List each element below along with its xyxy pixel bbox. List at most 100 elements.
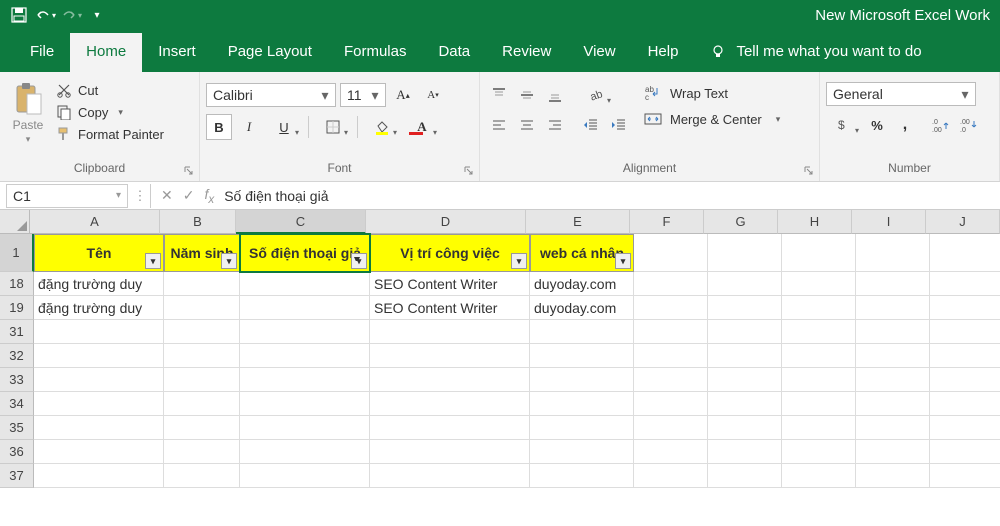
filter-button[interactable]: ▾: [511, 253, 527, 269]
column-header[interactable]: C: [236, 210, 366, 234]
cell[interactable]: [240, 296, 370, 320]
orientation-button[interactable]: ab▾: [578, 82, 614, 108]
accounting-format-button[interactable]: $▾: [826, 112, 862, 138]
cell[interactable]: [930, 416, 1000, 440]
cell[interactable]: [370, 344, 530, 368]
cell[interactable]: [634, 296, 708, 320]
cell[interactable]: [34, 416, 164, 440]
increase-font-button[interactable]: A▴: [390, 82, 416, 108]
dialog-launcher-icon[interactable]: [463, 165, 475, 177]
bold-button[interactable]: B: [206, 114, 232, 140]
column-header[interactable]: A: [30, 210, 160, 234]
row-header[interactable]: 33: [0, 368, 34, 392]
cell[interactable]: [530, 320, 634, 344]
cell[interactable]: [930, 320, 1000, 344]
cell[interactable]: [530, 464, 634, 488]
cell[interactable]: [240, 440, 370, 464]
cell[interactable]: [34, 320, 164, 344]
column-header[interactable]: F: [630, 210, 704, 234]
align-center-button[interactable]: [514, 112, 540, 138]
comma-button[interactable]: ,: [892, 112, 918, 138]
cell[interactable]: [634, 368, 708, 392]
merge-center-button[interactable]: Merge & Center▾: [644, 110, 780, 128]
cell[interactable]: [240, 320, 370, 344]
cell[interactable]: [634, 392, 708, 416]
column-header[interactable]: H: [778, 210, 852, 234]
cell[interactable]: [240, 392, 370, 416]
cell[interactable]: [530, 440, 634, 464]
formula-input[interactable]: Số điện thoại giả: [224, 188, 328, 204]
cell[interactable]: [240, 272, 370, 296]
tab-page-layout[interactable]: Page Layout: [212, 33, 328, 72]
cell[interactable]: [856, 392, 930, 416]
tab-formulas[interactable]: Formulas: [328, 33, 423, 72]
italic-button[interactable]: I: [236, 114, 262, 140]
cell[interactable]: [164, 392, 240, 416]
cell[interactable]: [370, 440, 530, 464]
cell[interactable]: [930, 234, 1000, 272]
cell[interactable]: [708, 368, 782, 392]
filter-button[interactable]: ▾: [221, 253, 237, 269]
cell[interactable]: [164, 272, 240, 296]
increase-indent-button[interactable]: [606, 112, 632, 138]
cell[interactable]: duyoday.com: [530, 296, 634, 320]
cell[interactable]: [370, 392, 530, 416]
cell[interactable]: [930, 368, 1000, 392]
column-header[interactable]: J: [926, 210, 1000, 234]
fill-color-button[interactable]: ▾: [364, 114, 400, 140]
cell[interactable]: [240, 464, 370, 488]
cell[interactable]: [164, 368, 240, 392]
wrap-text-button[interactable]: abcWrap Text: [644, 84, 780, 102]
cell[interactable]: web cá nhân▾: [530, 234, 634, 272]
cell[interactable]: [782, 272, 856, 296]
tab-file[interactable]: File: [14, 33, 70, 72]
cell[interactable]: [634, 416, 708, 440]
cell[interactable]: [856, 416, 930, 440]
cell[interactable]: [782, 234, 856, 272]
cell[interactable]: [856, 368, 930, 392]
row-header[interactable]: 36: [0, 440, 34, 464]
decrease-indent-button[interactable]: [578, 112, 604, 138]
cell[interactable]: Số điện thoại giả▾: [240, 234, 370, 272]
tab-review[interactable]: Review: [486, 33, 567, 72]
cell[interactable]: Năm sinh▾: [164, 234, 240, 272]
cell[interactable]: [930, 296, 1000, 320]
tab-data[interactable]: Data: [422, 33, 486, 72]
cell[interactable]: [708, 344, 782, 368]
enter-icon[interactable]: ✓: [183, 187, 195, 204]
row-header[interactable]: 31: [0, 320, 34, 344]
cell[interactable]: [782, 416, 856, 440]
cell[interactable]: [370, 320, 530, 344]
row-header[interactable]: 37: [0, 464, 34, 488]
cell[interactable]: [708, 440, 782, 464]
cell[interactable]: [930, 464, 1000, 488]
cell[interactable]: [708, 272, 782, 296]
cell[interactable]: [708, 296, 782, 320]
select-all-corner[interactable]: [0, 210, 30, 234]
redo-button[interactable]: ▾: [60, 4, 82, 26]
cell[interactable]: đặng trường duy: [34, 272, 164, 296]
cell[interactable]: [370, 464, 530, 488]
align-bottom-button[interactable]: [542, 82, 568, 108]
cells-area[interactable]: Tên▾Năm sinh▾Số điện thoại giả▾Vị trí cô…: [34, 234, 1000, 488]
cell[interactable]: [34, 344, 164, 368]
cell[interactable]: [856, 296, 930, 320]
dialog-launcher-icon[interactable]: [803, 165, 815, 177]
row-header[interactable]: 35: [0, 416, 34, 440]
cell[interactable]: [164, 464, 240, 488]
fx-icon[interactable]: fx: [204, 186, 214, 206]
filter-button[interactable]: ▾: [351, 253, 367, 269]
decrease-font-button[interactable]: A▾: [420, 82, 446, 108]
tab-help[interactable]: Help: [632, 33, 695, 72]
align-left-button[interactable]: [486, 112, 512, 138]
cell[interactable]: [856, 440, 930, 464]
align-top-button[interactable]: [486, 82, 512, 108]
font-size-combo[interactable]: 11▾: [340, 83, 386, 107]
cell[interactable]: [240, 416, 370, 440]
cell[interactable]: [34, 368, 164, 392]
cell[interactable]: [856, 464, 930, 488]
cell[interactable]: [708, 234, 782, 272]
cell[interactable]: Vị trí công việc▾: [370, 234, 530, 272]
filter-button[interactable]: ▾: [145, 253, 161, 269]
cell[interactable]: [634, 320, 708, 344]
